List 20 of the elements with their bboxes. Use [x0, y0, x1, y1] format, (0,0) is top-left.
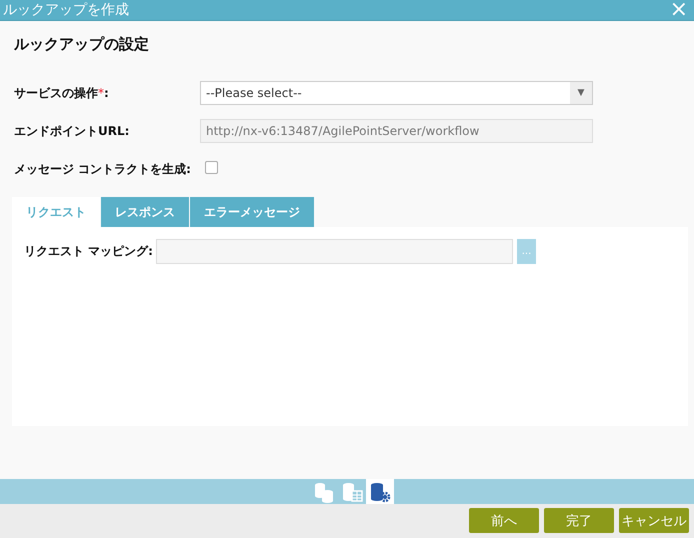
section-heading: ルックアップの設定 — [14, 35, 150, 56]
field-label: エンドポイントURL: — [13, 122, 130, 140]
tab[interactable]: エラーメッセージ — [190, 197, 314, 228]
tab[interactable]: リクエスト — [12, 197, 100, 228]
field-label: リクエスト マッピング: — [24, 243, 154, 260]
field-label: サービスの操作*: — [13, 84, 110, 102]
database-gear-icon[interactable] — [369, 480, 391, 503]
database-table-icon[interactable] — [341, 480, 363, 503]
mapping-field[interactable] — [156, 239, 513, 264]
window-title: ルックアップを作成 — [3, 1, 129, 20]
footer-button[interactable]: 前へ — [469, 508, 539, 534]
service-dropdown[interactable]: --Please select-- ▼ — [200, 81, 593, 106]
footer-button[interactable]: キャンセル — [619, 508, 689, 534]
field-label: メッセージ コントラクトを生成: — [13, 160, 192, 178]
footer-button[interactable]: 完了 — [544, 508, 614, 534]
browse-button[interactable]: ... — [517, 239, 536, 264]
tab[interactable]: レスポンス — [101, 197, 189, 228]
close-button[interactable]: × — [670, 0, 688, 20]
databases-icon[interactable] — [313, 480, 335, 503]
checkbox[interactable] — [205, 160, 218, 174]
